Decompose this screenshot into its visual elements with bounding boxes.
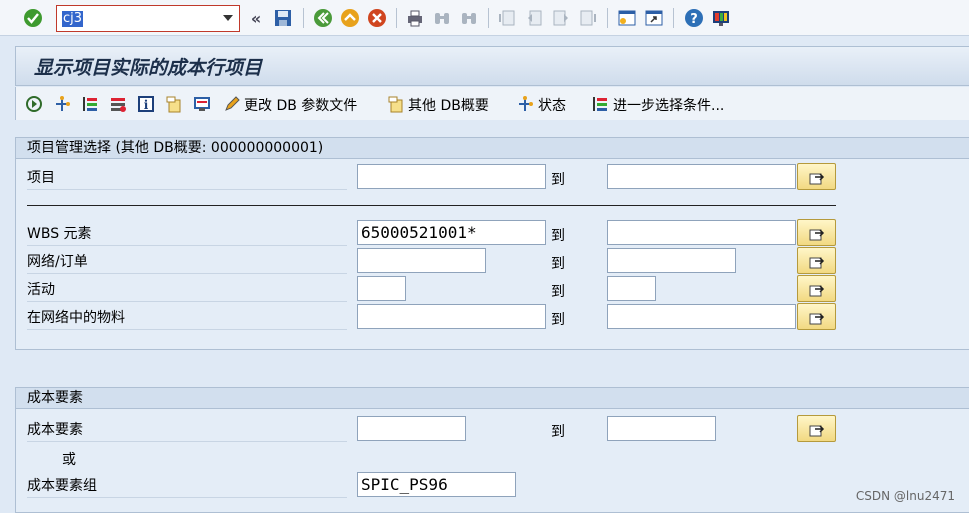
watermark: CSDN @lnu2471 xyxy=(855,489,955,503)
selection-options-icon[interactable] xyxy=(80,94,100,114)
field-label-material-in-network: 在网络中的物料 xyxy=(27,304,347,330)
further-selection-button[interactable]: 进一步选择条件... xyxy=(613,95,724,115)
command-field[interactable]: cj3 xyxy=(56,5,240,32)
find-icon[interactable] xyxy=(431,7,453,29)
multiple-selection-icon xyxy=(809,256,824,268)
chevron-down-icon[interactable] xyxy=(223,15,233,21)
toolbar-separator xyxy=(607,8,608,28)
next-page-icon[interactable] xyxy=(550,7,572,29)
wbs-element-to-input[interactable] xyxy=(607,220,796,245)
double-chevron-left-icon[interactable]: « xyxy=(245,7,267,29)
field-label-project: 项目 xyxy=(27,164,347,190)
toolbar-separator xyxy=(488,8,489,28)
material-in-network-to-input[interactable] xyxy=(607,304,796,329)
toolbar-separator xyxy=(303,8,304,28)
multiple-selection-button[interactable] xyxy=(797,275,836,302)
svg-text:?: ? xyxy=(690,12,698,27)
enter-icon[interactable] xyxy=(22,7,44,29)
first-page-icon[interactable] xyxy=(496,7,518,29)
field-label-wbs-element: WBS 元素 xyxy=(27,220,347,246)
divider xyxy=(27,205,836,206)
page-title: 显示项目实际的成本行项目 xyxy=(34,57,263,79)
project-to-input[interactable] xyxy=(607,164,796,189)
multiple-selection-button[interactable] xyxy=(797,415,836,442)
shortcut-icon[interactable] xyxy=(643,7,665,29)
to-label: 到 xyxy=(551,228,565,244)
title-bar: 显示项目实际的成本行项目 xyxy=(15,46,969,86)
field-label-cost-element-group: 成本要素组 xyxy=(27,472,347,498)
cost-element-to-input[interactable] xyxy=(607,416,716,441)
field-label-network-order: 网络/订单 xyxy=(27,248,347,274)
multiple-selection-icon xyxy=(809,424,824,436)
delete-selection-icon[interactable] xyxy=(108,94,128,114)
to-label: 到 xyxy=(551,424,565,440)
or-label: 或 xyxy=(62,452,76,468)
other-db-overview-button[interactable]: 其他 DB概要 xyxy=(408,95,489,115)
cost-element-from-input[interactable] xyxy=(357,416,466,441)
to-label: 到 xyxy=(551,284,565,300)
material-in-network-from-input[interactable] xyxy=(357,304,546,329)
group-header: 项目管理选择 (其他 DB概要: 000000000001) xyxy=(16,138,969,159)
status-icon[interactable] xyxy=(515,94,535,114)
to-label: 到 xyxy=(551,172,565,188)
multiple-selection-icon xyxy=(809,312,824,324)
multiple-selection-icon xyxy=(809,228,824,240)
new-session-icon[interactable] xyxy=(616,7,638,29)
multiple-selection-icon xyxy=(809,172,824,184)
save-icon[interactable] xyxy=(272,7,294,29)
multiple-selection-button[interactable] xyxy=(797,247,836,274)
system-toolbar: cj3 « ? xyxy=(0,0,969,36)
activity-to-input[interactable] xyxy=(607,276,656,301)
svg-text:i: i xyxy=(144,98,149,112)
multiple-selection-button[interactable] xyxy=(797,303,836,330)
exit-icon[interactable] xyxy=(339,7,361,29)
multiple-selection-icon xyxy=(809,284,824,296)
layout-icon[interactable] xyxy=(710,7,732,29)
to-label: 到 xyxy=(551,256,565,272)
field-label-activity: 活动 xyxy=(27,276,347,302)
prev-page-icon[interactable] xyxy=(523,7,545,29)
network-order-to-input[interactable] xyxy=(607,248,736,273)
toolbar-separator xyxy=(396,8,397,28)
wbs-element-from-input[interactable]: 65000521001* xyxy=(357,220,546,245)
change-db-profile-button[interactable]: 更改 DB 参数文件 xyxy=(244,95,357,115)
info-icon[interactable]: i xyxy=(136,94,156,114)
project-from-input[interactable] xyxy=(357,164,546,189)
last-page-icon[interactable] xyxy=(577,7,599,29)
further-selection-icon[interactable] xyxy=(590,94,610,114)
activity-from-input[interactable] xyxy=(357,276,406,301)
print-icon[interactable] xyxy=(404,7,426,29)
display-variant-icon[interactable] xyxy=(192,94,212,114)
hierarchy-icon[interactable] xyxy=(52,94,72,114)
field-label-cost-element: 成本要素 xyxy=(27,416,347,442)
command-field-value: cj3 xyxy=(62,11,84,27)
application-toolbar: i 更改 DB 参数文件 其他 DB概要 状态 进一步选择条件... xyxy=(15,87,969,120)
toolbar-separator xyxy=(673,8,674,28)
cost-element-group-input[interactable]: SPIC_PS96 xyxy=(357,472,516,497)
multiple-selection-button[interactable] xyxy=(797,219,836,246)
status-button[interactable]: 状态 xyxy=(538,95,566,115)
help-icon[interactable]: ? xyxy=(683,7,705,29)
other-db-overview-icon[interactable] xyxy=(386,94,406,114)
back-icon[interactable] xyxy=(312,7,334,29)
pencil-icon[interactable] xyxy=(222,94,242,114)
execute-icon[interactable] xyxy=(24,94,44,114)
find-next-icon[interactable] xyxy=(458,7,480,29)
get-variant-icon[interactable] xyxy=(164,94,184,114)
network-order-from-input[interactable] xyxy=(357,248,486,273)
cancel-icon[interactable] xyxy=(366,7,388,29)
group-header: 成本要素 xyxy=(16,388,969,409)
multiple-selection-button[interactable] xyxy=(797,163,836,190)
to-label: 到 xyxy=(551,312,565,328)
